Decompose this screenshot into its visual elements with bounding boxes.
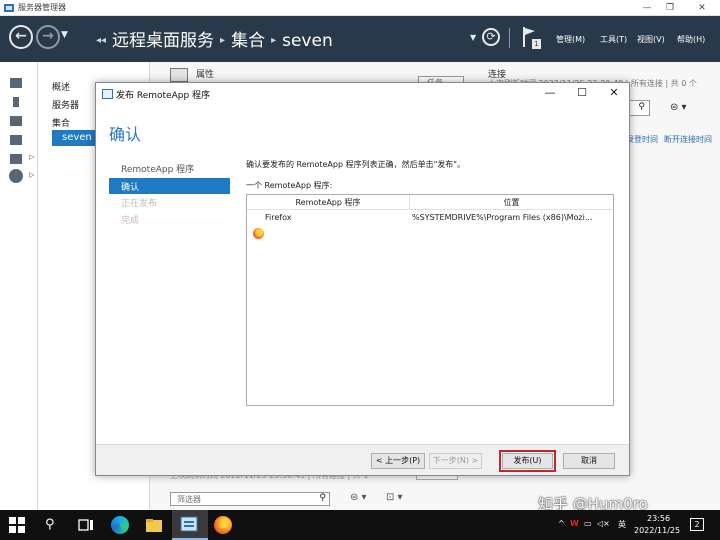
publish-button[interactable]: 发布(U) [502,453,553,469]
firefox-taskbar-icon[interactable] [214,516,232,534]
search-icon: ⚲ [638,102,645,112]
dialog-heading: 确认 [109,125,142,144]
forward-button[interactable]: → [36,25,60,49]
back-button[interactable]: ← [9,25,33,49]
dialog-minimize-button[interactable]: — [536,85,564,101]
ime-indicator[interactable]: 英 [618,519,626,530]
breadcrumb-chevron-icon: ▸ [220,35,226,46]
breadcrumb-dropdown-icon[interactable]: ▼ [470,33,476,42]
network-icon[interactable]: ▭ [584,519,592,528]
clock-date[interactable]: 2022/11/25 [634,526,680,535]
menu-help[interactable]: 帮助(H) [677,34,705,45]
properties-title: 属性 [196,70,215,80]
breadcrumb-root[interactable]: 远程桌面服务 [112,31,214,51]
iis-icon[interactable] [10,154,22,164]
window-title: 服务器管理器 [18,3,66,12]
search-icon: ⚲ [319,493,326,503]
row-program-name: Firefox [265,213,292,222]
server-manager-icon [4,3,14,13]
subnav-servers[interactable]: 服务器 [52,98,79,111]
column-header-program[interactable]: RemoteApp 程序 [247,197,409,208]
close-button[interactable]: ✕ [695,2,709,14]
remote-desktop-services-icon[interactable] [9,169,23,183]
publish-button-highlight: 发布(U) [499,450,556,472]
subnav-overview[interactable]: 概述 [52,80,70,93]
remoteapp-table: RemoteApp 程序 位置 Firefox %SYSTEMDRIVE%\Pr… [246,194,614,406]
next-button: 下一步(N) > [429,453,482,469]
filter-input[interactable]: 筛选器 ⚲ [170,492,330,506]
task-view-icon[interactable] [77,516,95,534]
header-divider [509,28,510,48]
view-options-icon[interactable]: ⊜ ▾ [670,102,687,113]
expand-arrow-icon[interactable]: ▷ [29,171,34,179]
column-header-location[interactable]: 位置 [410,197,613,208]
file-services-icon[interactable] [10,135,22,145]
local-server-icon[interactable] [13,97,19,107]
menu-tools[interactable]: 工具(T) [600,34,627,45]
breadcrumb-leaf: seven [282,31,333,51]
table-header: RemoteApp 程序 位置 [247,195,613,210]
filter-save-icon[interactable]: ⊡ ▾ [386,492,403,503]
all-servers-icon[interactable] [10,116,22,126]
tray-wps-icon[interactable]: W [570,519,579,528]
breadcrumb-chevron-icon: ◂◂ [96,35,107,46]
expand-arrow-icon[interactable]: ▷ [29,153,34,161]
notification-count-badge: 1 [532,39,541,49]
step-publishing: 正在发布 [121,199,158,209]
firefox-icon [253,228,264,239]
tray-chevron-icon[interactable]: ^ [558,519,565,528]
edge-browser-icon[interactable] [111,516,129,534]
column-login-time[interactable]: 录登时间 [626,134,658,145]
column-disconnect-time[interactable]: 断开连接时间 [664,134,712,145]
step-remoteapp-programs[interactable]: RemoteApp 程序 [121,162,194,175]
table-row[interactable]: Firefox %SYSTEMDRIVE%\Program Files (x86… [247,210,613,239]
confirm-description: 确认要发布的 RemoteApp 程序列表正确，然后单击"发布"。 [246,160,465,169]
publish-remoteapp-dialog: 发布 RemoteApp 程序 — ☐ ✕ 确认 RemoteApp 程序 确认… [95,82,630,476]
cancel-button[interactable]: 取消 [563,453,615,469]
left-icon-nav: ▷ ▷ [0,62,38,510]
start-windows-icon[interactable] [8,516,26,534]
app-header: ← → ▼ ◂◂ 远程桌面服务 ▸ 集合 ▸ seven ▼ ⟳ 1 管理(M) 工具(T… [0,16,720,62]
dashboard-icon[interactable] [10,78,22,88]
search-icon[interactable]: ⚲ [45,517,55,532]
server-manager-taskbar-button[interactable] [172,510,208,540]
action-center-icon[interactable]: 2 [690,518,704,531]
refresh-icon[interactable]: ⟳ [482,28,500,46]
previous-button[interactable]: < 上一步(P) [371,453,425,469]
dialog-footer: < 上一步(P) 下一步(N) > 发布(U) 取消 [96,444,629,475]
window-titlebar: 服务器管理器 — ❐ ✕ [0,0,720,16]
dialog-maximize-button[interactable]: ☐ [568,85,596,101]
maximize-button[interactable]: ❐ [663,2,677,14]
minimize-button[interactable]: — [640,2,654,14]
properties-icon [170,68,188,82]
history-dropdown-icon[interactable]: ▼ [61,30,68,40]
notifications-flag-icon[interactable]: 1 [521,25,543,51]
volume-icon[interactable]: ◁× [597,519,610,528]
step-complete: 完成 [121,216,140,226]
menu-manage[interactable]: 管理(M) [556,34,585,45]
file-explorer-icon[interactable] [145,516,163,534]
step-confirm[interactable]: 确认 [109,178,230,194]
dialog-app-icon [102,89,113,99]
clock-time[interactable]: 23:56 [647,514,670,523]
taskbar: ⚲ ^ W ▭ ◁× 英 23:56 2022/11/25 2 [0,510,720,540]
breadcrumb-chevron-icon: ▸ [271,35,277,46]
menu-view[interactable]: 视图(V) [637,34,665,45]
dialog-close-button[interactable]: ✕ [600,85,628,101]
program-count-label: 一个 RemoteApp 程序: [246,181,333,190]
breadcrumb-mid[interactable]: 集合 [231,31,265,51]
row-program-location: %SYSTEMDRIVE%\Program Files (x86)\Mozi..… [412,213,593,222]
filter-options-icon[interactable]: ⊜ ▾ [350,492,367,503]
subnav-collections[interactable]: 集合 [52,116,70,129]
dialog-title: 发布 RemoteApp 程序 [116,91,211,101]
breadcrumb: ◂◂ 远程桌面服务 ▸ 集合 ▸ seven [90,26,333,51]
